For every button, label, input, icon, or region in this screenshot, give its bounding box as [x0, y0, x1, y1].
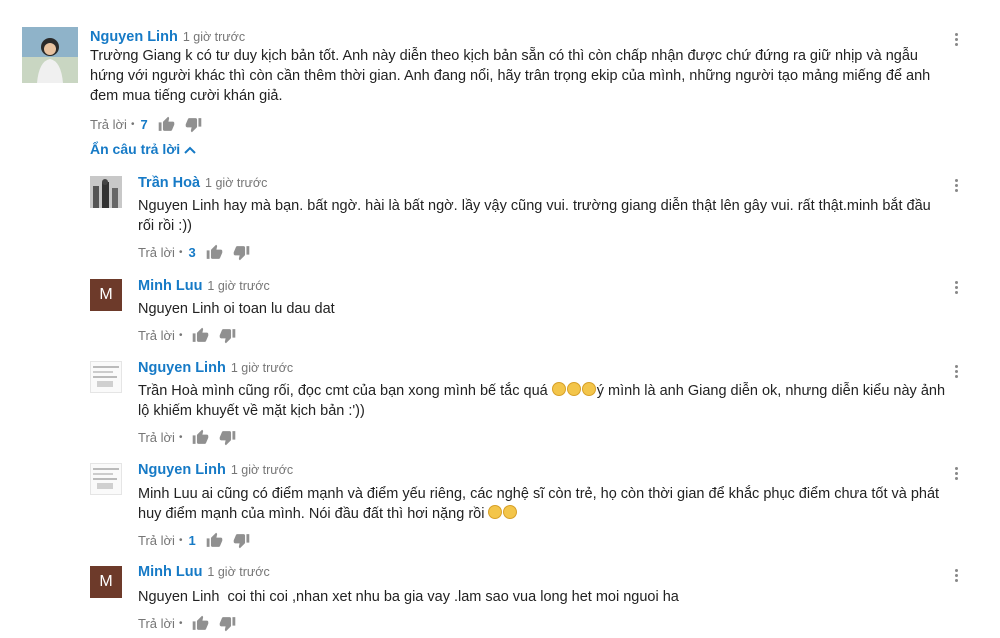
author-name[interactable]: Nguyen Linh	[90, 29, 178, 45]
reply-text: Nguyen Linh hay mà bạn. bất ngờ. hài là …	[138, 198, 931, 234]
reply-button[interactable]: Trả lời	[90, 117, 127, 132]
crying-emoji-icon	[488, 505, 503, 519]
separator-dot: •	[178, 534, 183, 546]
avatar[interactable]: M	[90, 279, 122, 311]
comment-header: Nguyen Linh 1 giờ trước	[90, 28, 245, 46]
dislike-icon[interactable]	[185, 116, 202, 133]
reply-text: Trần Hoà mình cũng rối, đọc cmt của bạn …	[138, 381, 948, 421]
laughing-emoji-icon	[581, 382, 596, 396]
like-icon[interactable]	[192, 327, 209, 344]
reply-header: Nguyen Linh 1 giờ trước	[138, 359, 293, 377]
separator-dot: •	[178, 246, 183, 258]
chevron-up-icon	[184, 141, 196, 157]
more-options-icon[interactable]	[953, 363, 959, 381]
timestamp[interactable]: 1 giờ trước	[205, 176, 267, 190]
timestamp[interactable]: 1 giờ trước	[231, 361, 293, 375]
timestamp[interactable]: 1 giờ trước	[207, 279, 269, 293]
author-name[interactable]: Trần Hoà	[138, 175, 200, 191]
reply-actions: Trả lời •	[138, 428, 246, 446]
dislike-icon[interactable]	[233, 244, 250, 261]
reply-text-part: Trần Hoà mình cũng rối, đọc cmt của bạn …	[138, 383, 552, 399]
reply-header: Minh Luu 1 giờ trước	[138, 563, 270, 581]
reply-header: Minh Luu 1 giờ trước	[138, 277, 270, 295]
dislike-icon[interactable]	[219, 615, 236, 632]
comment-text: Trường Giang k có tư duy kịch bản tốt. A…	[90, 48, 931, 104]
reply-button[interactable]: Trả lời	[138, 245, 175, 260]
reply-actions: Trả lời • 3	[138, 243, 260, 261]
more-options-icon[interactable]	[953, 177, 959, 195]
author-name[interactable]: Minh Luu	[138, 278, 202, 294]
more-options-icon[interactable]	[953, 465, 959, 483]
reply-actions: Trả lời •	[138, 614, 246, 632]
more-options-icon[interactable]	[953, 31, 959, 49]
reply-button[interactable]: Trả lời	[138, 533, 175, 548]
reply-text: Nguyen Linh coi thi coi ,nhan xet nhu ba…	[138, 589, 679, 605]
like-count: 7	[140, 116, 148, 132]
avatar[interactable]	[22, 27, 78, 83]
separator-dot: •	[178, 617, 183, 629]
author-name[interactable]: Minh Luu	[138, 564, 202, 580]
more-options-icon[interactable]	[953, 567, 959, 585]
timestamp[interactable]: 1 giờ trước	[207, 565, 269, 579]
reply-text: Minh Luu ai cũng có điểm mạnh và điểm yế…	[138, 484, 948, 524]
reply-button[interactable]: Trả lời	[138, 616, 175, 631]
reply-actions: Trả lời • 1	[138, 531, 260, 549]
dislike-icon[interactable]	[233, 532, 250, 549]
avatar[interactable]	[90, 176, 122, 208]
separator-dot: •	[178, 431, 183, 443]
laughing-emoji-icon	[551, 382, 566, 396]
reply-button[interactable]: Trả lời	[138, 430, 175, 445]
avatar[interactable]	[90, 361, 122, 393]
separator-dot: •	[130, 118, 135, 130]
reply-button[interactable]: Trả lời	[138, 328, 175, 343]
dislike-icon[interactable]	[219, 327, 236, 344]
like-icon[interactable]	[192, 615, 209, 632]
reply-text: Nguyen Linh oi toan lu dau dat	[138, 301, 335, 317]
like-icon[interactable]	[158, 116, 175, 133]
reply-actions: Trả lời •	[138, 326, 246, 344]
reply-header: Trần Hoà 1 giờ trước	[138, 174, 267, 192]
reply-header: Nguyen Linh 1 giờ trước	[138, 461, 293, 479]
like-icon[interactable]	[206, 244, 223, 261]
like-count: 1	[188, 532, 196, 548]
timestamp[interactable]: 1 giờ trước	[183, 30, 245, 44]
laughing-emoji-icon	[566, 382, 581, 396]
reply-text-part: Minh Luu ai cũng có điểm mạnh và điểm yế…	[138, 486, 940, 522]
timestamp[interactable]: 1 giờ trước	[231, 463, 293, 477]
author-name[interactable]: Nguyen Linh	[138, 360, 226, 376]
like-icon[interactable]	[206, 532, 223, 549]
hide-replies-label: Ẩn câu trả lời	[90, 141, 181, 157]
crying-emoji-icon	[503, 505, 518, 519]
dislike-icon[interactable]	[219, 429, 236, 446]
comment-actions: Trả lời • 7	[90, 115, 212, 133]
author-name[interactable]: Nguyen Linh	[138, 462, 226, 478]
more-options-icon[interactable]	[953, 279, 959, 297]
hide-replies-toggle[interactable]: Ẩn câu trả lời	[90, 141, 196, 157]
like-count: 3	[188, 244, 196, 260]
avatar[interactable]	[90, 463, 122, 495]
like-icon[interactable]	[192, 429, 209, 446]
avatar[interactable]: M	[90, 566, 122, 598]
separator-dot: •	[178, 329, 183, 341]
